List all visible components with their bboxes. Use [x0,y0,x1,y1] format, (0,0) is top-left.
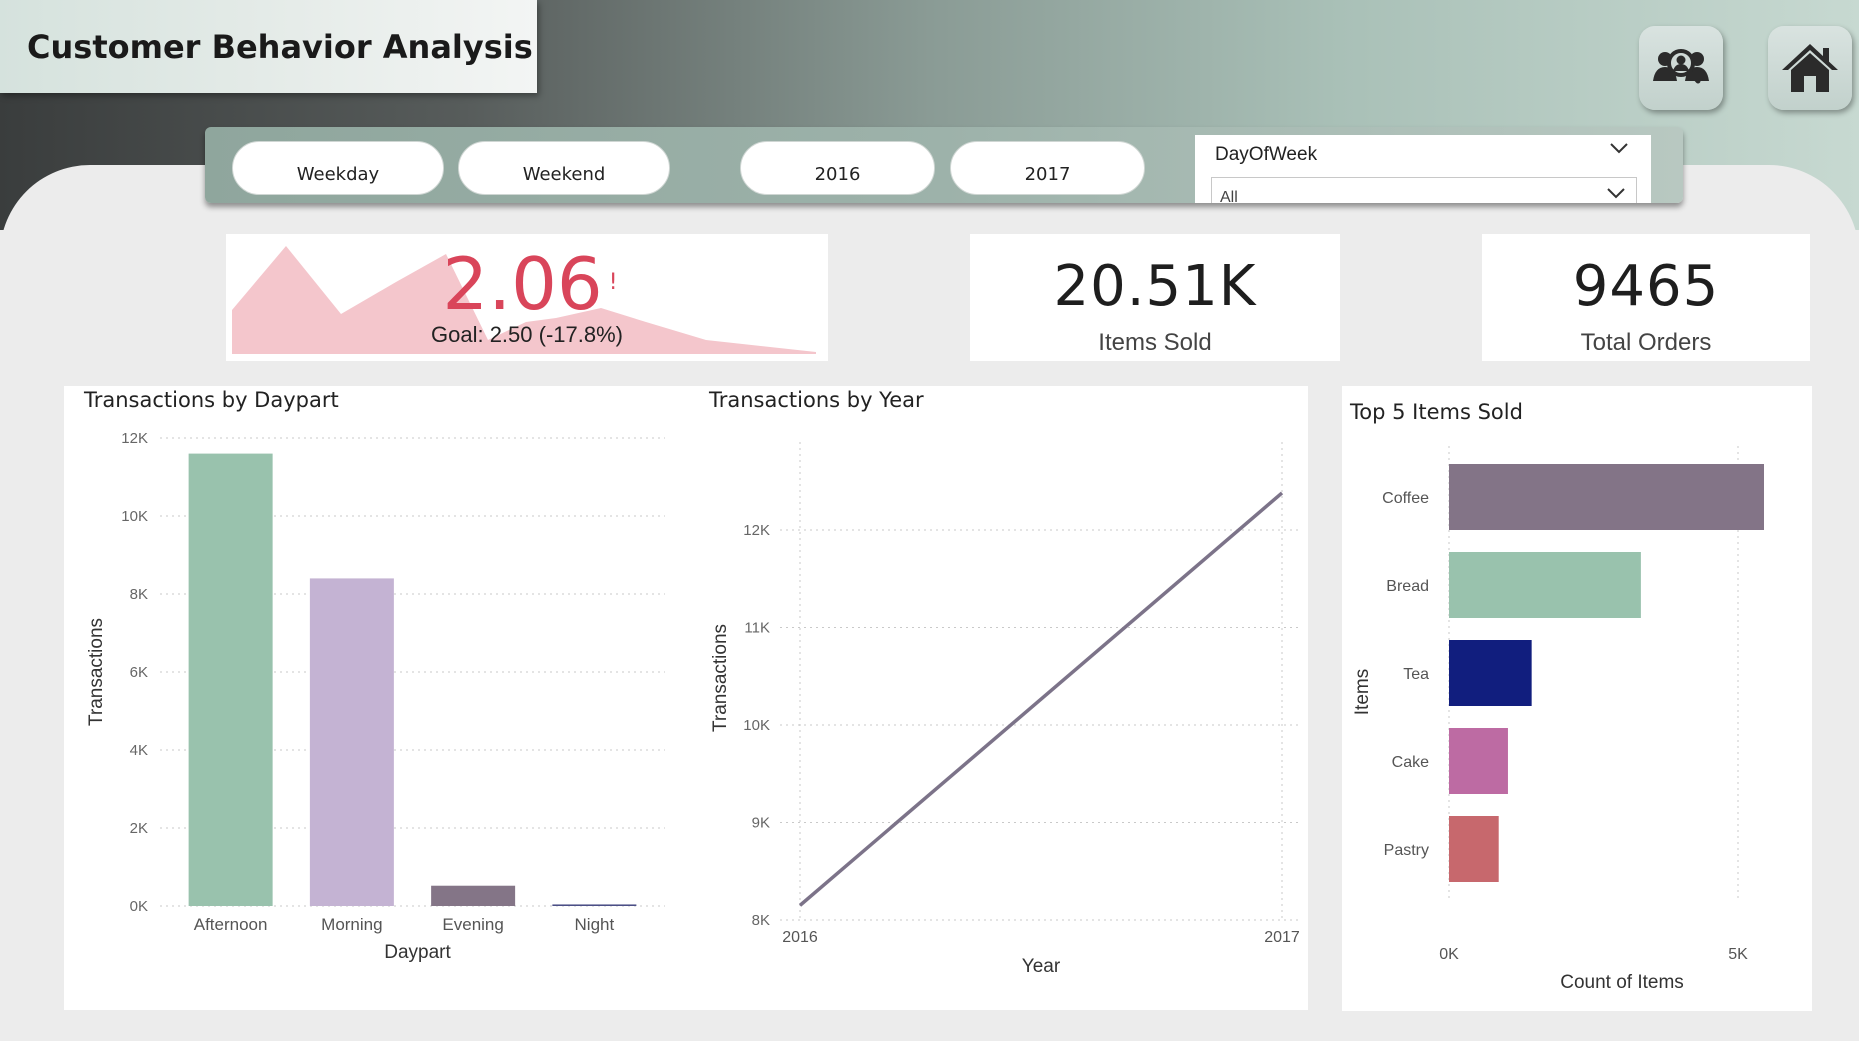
weekend-filter-button[interactable]: Weekend [458,141,670,195]
chevron-down-icon [1607,188,1625,199]
year-2017-filter-button[interactable]: 2017 [950,141,1145,195]
bar-bread [1449,552,1641,618]
y-tick-label: Cake [1392,754,1429,771]
year-chart-title: Transactions by Year [709,388,924,412]
y-tick-label: 11K [744,620,770,637]
chevron-down-icon[interactable] [1609,141,1629,155]
total-orders-value: 9465 [1572,254,1720,319]
transactions-goal-kpi: 2.06! Goal: 2.50 (-17.8%) [226,234,828,361]
bar-night [552,904,637,906]
dayofweek-slicer: DayOfWeek All [1195,135,1651,203]
items-sold-card: 20.51K Items Sold [970,234,1340,361]
y-tick-label: 12K [743,522,770,539]
y-tick-label: Bread [1386,578,1429,595]
y-tick-label: 4K [130,742,148,759]
bar-tea [1449,640,1532,706]
series-line [798,491,1284,907]
x-tick-label: Night [575,915,615,934]
bar-coffee [1449,464,1764,530]
top-items-bar-chart: 0K 5K Coffee Bread Tea Cake Pastry Count of Ite… [1352,446,1764,993]
year-line-chart: 8K 9K 10K 11K 12K 2016 2017 Year Transactions [710,442,1302,977]
x-tick-label: Afternoon [194,915,268,934]
y-axis-title: Transactions [710,624,731,732]
total-orders-label: Total Orders [1580,329,1712,356]
filter-bar: Weekday Weekend 2016 2017 DayOfWeek All [205,127,1683,203]
customers-button[interactable] [1639,26,1723,110]
y-tick-label: 8K [752,912,770,929]
kpi-alert-icon: ! [608,270,618,295]
y-axis-title: Transactions [86,618,107,726]
total-orders-card: 9465 Total Orders [1482,234,1810,361]
x-axis-title: Count of Items [1560,972,1684,993]
x-tick-label: 2017 [1264,929,1300,946]
x-tick-label: Morning [321,915,382,934]
y-tick-label: 0K [130,898,148,915]
x-tick-label: Evening [442,915,503,934]
home-button[interactable] [1768,26,1852,110]
page-title: Customer Behavior Analysis [27,28,533,66]
dropdown-value: All [1220,189,1238,203]
customers-search-icon [1653,49,1709,84]
kpi-goal: Goal: 2.50 (-17.8%) [431,322,623,347]
x-tick-label: 2016 [782,929,818,946]
y-tick-label: Tea [1403,666,1429,683]
weekday-filter-button[interactable]: Weekday [232,141,444,195]
daypart-chart-title: Transactions by Daypart [84,388,339,412]
y-tick-label: 12K [121,430,148,447]
bar-evening [431,885,516,906]
x-axis-title: Daypart [384,942,451,963]
x-tick-label: 5K [1728,946,1748,963]
home-icon [1782,44,1838,92]
dayofweek-dropdown[interactable]: All [1211,177,1637,203]
slicer-title: DayOfWeek [1215,144,1318,165]
y-tick-label: Coffee [1382,490,1429,507]
x-tick-label: 0K [1439,946,1459,963]
y-tick-label: 10K [743,717,770,734]
bar-afternoon [188,453,273,906]
bar-morning [309,578,394,906]
kpi-value: 2.06 [442,242,603,326]
bar-cake [1449,728,1508,794]
y-tick-label: 2K [130,820,148,837]
y-tick-label: 9K [752,815,770,832]
y-axis-title: Items [1352,669,1373,715]
year-2016-filter-button[interactable]: 2016 [740,141,935,195]
daypart-bar-chart: 0K 2K 4K 6K 8K 10K 12K Afternoon Morning Evening N… [86,430,665,963]
items-sold-label: Items Sold [1098,329,1212,356]
y-tick-label: 10K [121,508,148,525]
y-tick-label: 6K [130,664,148,681]
title-banner: Customer Behavior Analysis [0,0,537,93]
x-axis-title: Year [1022,956,1061,977]
items-sold-value: 20.51K [1053,254,1257,319]
y-tick-label: 8K [130,586,148,603]
y-tick-label: Pastry [1384,842,1429,859]
bar-pastry [1449,816,1499,882]
